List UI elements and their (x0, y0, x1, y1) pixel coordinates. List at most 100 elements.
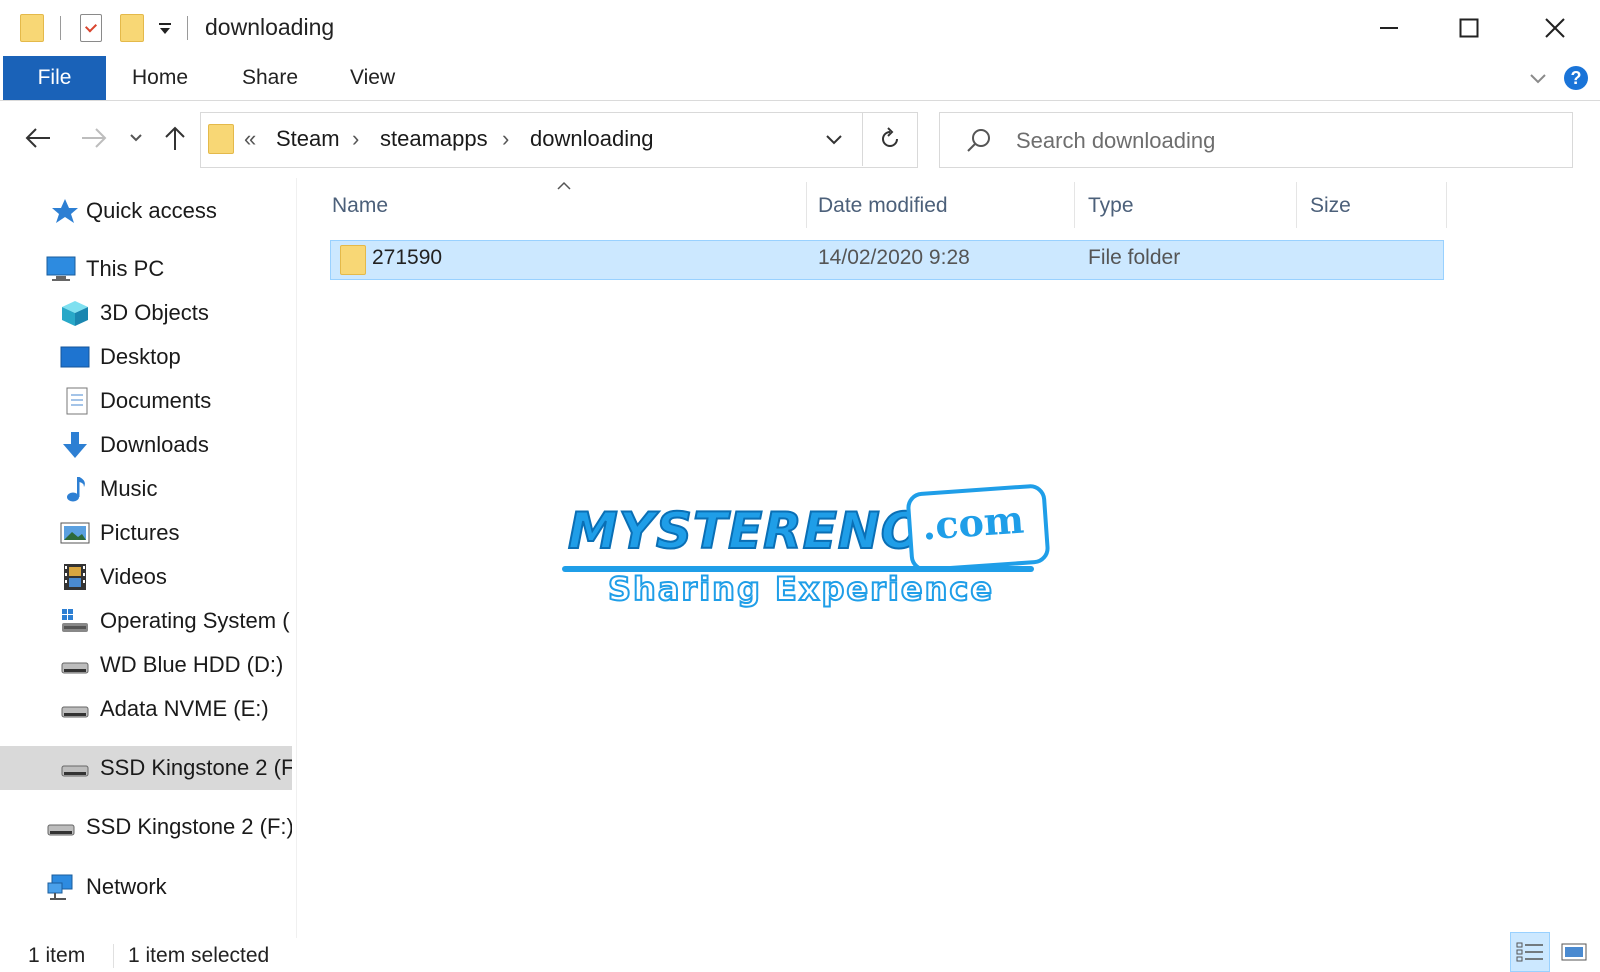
column-header-name[interactable]: Name (332, 184, 388, 228)
status-selection: 1 item selected (128, 944, 270, 967)
chevron-up-icon (557, 181, 571, 190)
status-item-count: 1 item (28, 944, 86, 967)
sidebar-item-label: Music (100, 476, 158, 501)
search-input[interactable] (1014, 125, 1558, 157)
film-icon (64, 564, 86, 590)
drive-icon (61, 662, 89, 674)
search-box[interactable] (939, 112, 1573, 168)
refresh-button[interactable] (862, 112, 917, 166)
new-folder-icon[interactable] (120, 14, 144, 42)
details-view-icon (1516, 942, 1543, 962)
sidebar-item-operating-system[interactable]: Operating System ( (0, 600, 292, 642)
minimize-icon (1380, 27, 1398, 29)
chevron-down-icon (130, 134, 142, 142)
sidebar-item-label: Adata NVME (E:) (100, 696, 269, 721)
tab-share[interactable]: Share (242, 56, 298, 100)
drive-icon (47, 824, 75, 836)
breadcrumb-separator[interactable]: › (352, 126, 359, 152)
sidebar-item-desktop[interactable]: Desktop (0, 336, 292, 378)
file-date-modified: 14/02/2020 9:28 (818, 246, 970, 269)
sidebar-item-downloads[interactable]: Downloads (0, 424, 292, 466)
large-icons-view-button[interactable] (1554, 932, 1594, 972)
sidebar-item-network[interactable]: Network (0, 866, 292, 908)
navigation-pane: Quick access This PC 3D Objects Desktop … (0, 178, 296, 912)
back-button[interactable] (20, 118, 56, 158)
sidebar-item-label: 3D Objects (100, 300, 209, 325)
maximize-button[interactable] (1432, 6, 1506, 50)
network-icon (47, 874, 73, 900)
file-name: 271590 (372, 246, 443, 269)
folder-icon (340, 245, 366, 275)
sidebar-item-label: SSD Kingstone 2 (F:) (100, 755, 292, 780)
sidebar-item-label: Network (86, 874, 167, 899)
download-arrow-icon (63, 432, 87, 458)
column-header-date-modified[interactable]: Date modified (818, 184, 948, 228)
sidebar-item-quick-access[interactable]: Quick access (0, 190, 292, 232)
tab-file[interactable]: File (3, 56, 106, 100)
sidebar-item-documents[interactable]: Documents (0, 380, 292, 422)
breadcrumb-steamapps[interactable]: steamapps (380, 126, 488, 152)
large-icons-view-icon (1561, 943, 1587, 961)
close-button[interactable] (1518, 6, 1592, 50)
ribbon-bar (0, 56, 1600, 101)
forward-button[interactable] (76, 118, 112, 158)
folder-icon (20, 14, 44, 42)
column-header-type[interactable]: Type (1088, 184, 1134, 228)
properties-icon[interactable] (80, 14, 102, 42)
tab-view[interactable]: View (350, 56, 395, 100)
column-header-size[interactable]: Size (1310, 184, 1351, 228)
star-icon (52, 199, 78, 223)
sort-indicator (556, 178, 572, 190)
help-button[interactable]: ? (1564, 66, 1588, 90)
drive-icon (61, 706, 89, 718)
sidebar-item-label: SSD Kingstone 2 (F:) (86, 814, 292, 839)
sidebar-item-pictures[interactable]: Pictures (0, 512, 292, 554)
expand-ribbon-button[interactable] (1528, 70, 1548, 86)
picture-icon (60, 522, 90, 544)
sidebar-item-wd-blue-hdd[interactable]: WD Blue HDD (D:) (0, 644, 292, 686)
customize-toolbar-icon[interactable] (156, 20, 174, 38)
monitor-icon (46, 256, 76, 281)
breadcrumb-separator[interactable]: › (502, 126, 509, 152)
toolbar-divider (60, 16, 61, 40)
sidebar-item-label: WD Blue HDD (D:) (100, 652, 284, 677)
sidebar-item-this-pc[interactable]: This PC (0, 248, 292, 290)
arrow-left-icon (25, 128, 50, 148)
sidebar-item-videos[interactable]: Videos (0, 556, 292, 598)
folder-icon (208, 124, 234, 154)
sidebar-item-ssd-kingstone-selected[interactable]: SSD Kingstone 2 (F:) (0, 746, 292, 790)
document-icon (66, 387, 88, 415)
watermark-brand: MYSTERENO (567, 501, 925, 561)
up-button[interactable] (158, 118, 192, 158)
maximize-icon (1459, 18, 1479, 38)
address-dropdown-button[interactable] (817, 124, 851, 156)
sidebar-item-label: Pictures (100, 520, 180, 545)
tab-home[interactable]: Home (132, 56, 188, 100)
desktop-icon (60, 346, 90, 368)
sidebar-item-label: Quick access (86, 198, 217, 223)
os-drive-icon (62, 609, 88, 632)
minimize-button[interactable] (1352, 6, 1426, 50)
breadcrumb-downloading[interactable]: downloading (530, 126, 654, 152)
sidebar-item-3d-objects[interactable]: 3D Objects (0, 292, 292, 334)
sidebar-item-label: This PC (86, 256, 165, 281)
close-icon (1545, 18, 1565, 38)
column-divider[interactable] (1074, 182, 1075, 228)
sidebar-item-music[interactable]: Music (0, 468, 292, 510)
breadcrumb-overflow[interactable]: « (244, 126, 256, 152)
search-icon (967, 129, 990, 152)
chevron-down-icon (1530, 74, 1546, 84)
column-divider[interactable] (1446, 182, 1447, 228)
window-title: downloading (205, 14, 335, 40)
sidebar-item-ssd-kingstone[interactable]: SSD Kingstone 2 (F:) (0, 806, 292, 848)
details-view-button[interactable] (1510, 932, 1550, 972)
column-divider[interactable] (806, 182, 807, 228)
breadcrumb-steam[interactable]: Steam (276, 126, 340, 152)
column-divider[interactable] (1296, 182, 1297, 228)
sidebar-item-label: Downloads (100, 432, 209, 457)
status-divider (113, 944, 114, 968)
watermark-tagline: Sharing Experience (607, 569, 995, 609)
sidebar-item-label: Desktop (100, 344, 181, 369)
sidebar-item-adata-nvme[interactable]: Adata NVME (E:) (0, 688, 292, 730)
recent-locations-button[interactable] (124, 118, 148, 158)
